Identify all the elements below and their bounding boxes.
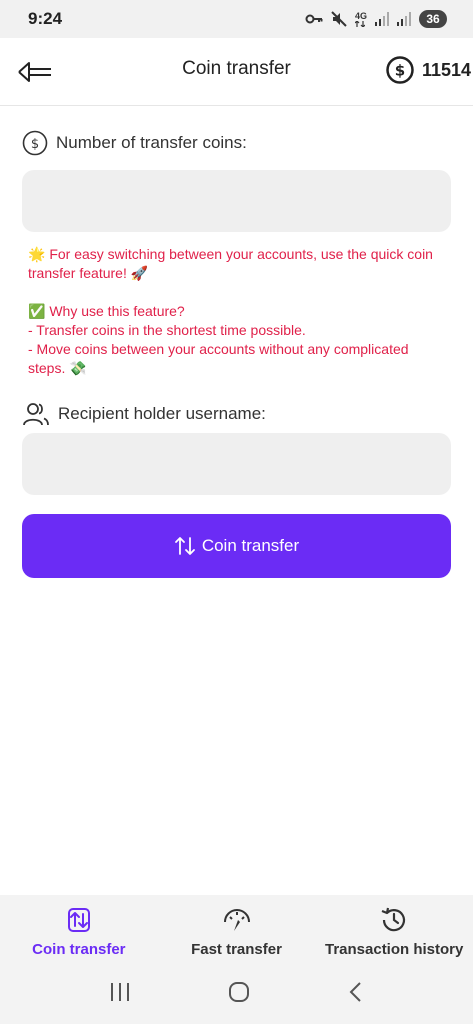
recent-apps-button[interactable] xyxy=(108,981,132,1008)
coin-transfer-button-label: Coin transfer xyxy=(201,536,300,555)
speedometer-icon xyxy=(223,909,250,931)
swap-arrows-icon xyxy=(174,537,195,555)
history-icon xyxy=(381,907,406,932)
app-header: Coin transfer $ 11514 xyxy=(0,38,473,106)
info-why: ✅ Why use this feature? xyxy=(28,303,185,319)
coin-balance: $ 11514 xyxy=(386,56,471,84)
nav-transaction-history-label: Transaction history xyxy=(324,941,464,958)
signal-icon xyxy=(375,12,389,26)
info-point-1: - Transfer coins in the shortest time po… xyxy=(28,322,306,338)
nav-fast-transfer[interactable]: Fast transfer xyxy=(158,895,316,965)
info-text: 🌟 For easy switching between your accoun… xyxy=(28,245,448,378)
chevron-left-icon xyxy=(349,982,361,1002)
home-icon xyxy=(228,982,249,1002)
status-icons: 4G 36 xyxy=(305,10,447,28)
svg-text:$: $ xyxy=(395,62,405,80)
system-back-button[interactable] xyxy=(346,980,366,1009)
recent-apps-icon xyxy=(110,983,129,1001)
status-bar: 9:24 4G 36 xyxy=(0,0,473,38)
amount-input[interactable] xyxy=(22,170,451,232)
dollar-coin-icon: $ xyxy=(386,56,414,84)
dollar-circle-icon: $ xyxy=(22,130,48,156)
system-nav-bar xyxy=(0,965,473,1024)
balance-value: 11514 xyxy=(421,59,471,80)
nav-coin-transfer-label: Coin transfer xyxy=(32,941,126,958)
amount-label: Number of transfer coins: xyxy=(56,133,247,152)
signal-icon-2 xyxy=(397,12,411,26)
svg-text:$: $ xyxy=(31,137,39,152)
users-icon xyxy=(23,403,49,426)
key-icon xyxy=(305,13,323,25)
nav-transaction-history[interactable]: Transaction history xyxy=(315,895,473,965)
battery-indicator: 36 xyxy=(419,10,447,28)
status-time: 9:24 xyxy=(28,9,63,28)
transfer-arrows-icon xyxy=(67,908,90,932)
info-intro: 🌟 For easy switching between your accoun… xyxy=(28,246,433,281)
recipient-input[interactable] xyxy=(22,433,451,495)
recipient-label-row: Recipient holder username: xyxy=(22,400,266,428)
bottom-nav: Coin transfer Fast transfer Transaction … xyxy=(0,895,473,965)
amount-label-row: $ Number of transfer coins: xyxy=(22,130,247,156)
mute-icon xyxy=(331,11,347,27)
network-type-icon: 4G xyxy=(354,11,367,27)
recipient-label: Recipient holder username: xyxy=(58,404,266,423)
nav-fast-transfer-label: Fast transfer xyxy=(191,941,282,958)
coin-transfer-button[interactable]: Coin transfer xyxy=(22,514,451,578)
home-button[interactable] xyxy=(227,980,251,1009)
nav-coin-transfer[interactable]: Coin transfer xyxy=(0,895,158,965)
info-point-2: - Move coins between your accounts witho… xyxy=(28,341,409,376)
